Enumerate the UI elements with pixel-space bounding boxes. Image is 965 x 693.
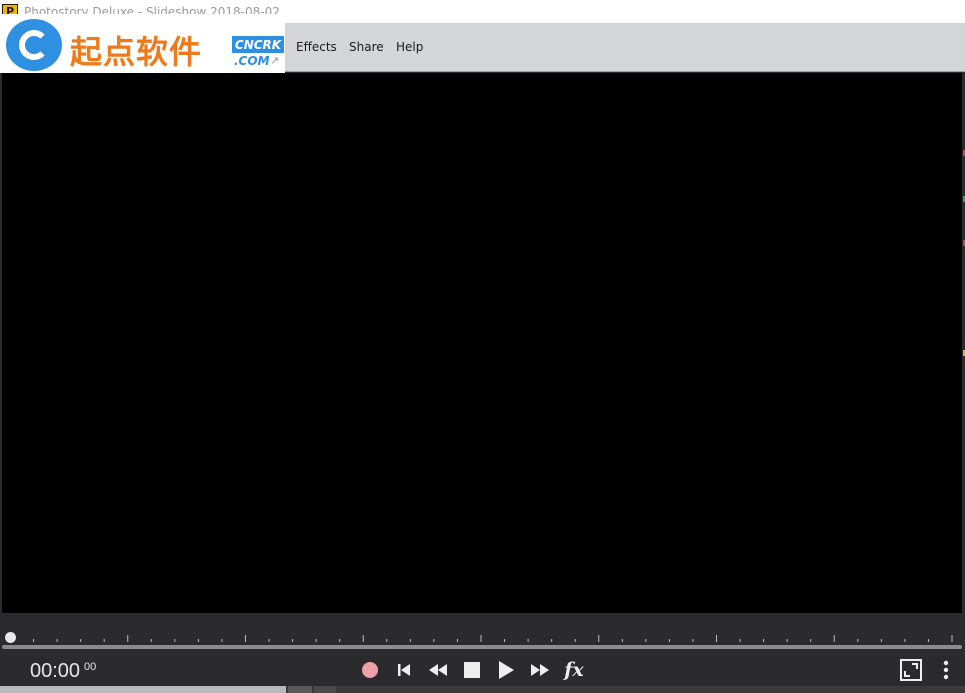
- fx-icon: fx: [564, 659, 584, 681]
- watermark-com: .COM: [234, 54, 270, 68]
- more-options-button[interactable]: [933, 657, 959, 683]
- timecode-frames: 00: [84, 661, 97, 673]
- bottom-tab[interactable]: [314, 686, 336, 693]
- fast-forward-button[interactable]: [527, 657, 553, 683]
- timeline[interactable]: [0, 613, 965, 653]
- fast-forward-icon: [531, 664, 549, 676]
- watermark-badge: CNCRK: [232, 36, 284, 53]
- skip-to-start-icon: [398, 664, 410, 676]
- fx-button[interactable]: fx: [561, 657, 587, 683]
- more-options-icon: [943, 660, 949, 680]
- play-button[interactable]: [493, 657, 519, 683]
- playhead-handle[interactable]: [5, 632, 16, 643]
- bottom-tab[interactable]: [0, 686, 286, 693]
- record-button[interactable]: [357, 657, 383, 683]
- fullscreen-icon: [900, 659, 922, 681]
- skip-to-start-button[interactable]: [391, 657, 417, 683]
- menu-help[interactable]: Help: [394, 38, 425, 56]
- stop-icon: [464, 662, 480, 678]
- timecode-display: 00:00: [30, 660, 81, 682]
- watermark-logo: 起点软件 CNCRK .COM ↗: [0, 14, 285, 73]
- fullscreen-button[interactable]: [898, 657, 924, 683]
- record-icon: [362, 662, 378, 678]
- bottom-tab[interactable]: [288, 686, 312, 693]
- video-preview[interactable]: [2, 73, 962, 613]
- menu-share[interactable]: Share: [347, 38, 386, 56]
- play-icon: [499, 661, 514, 679]
- watermark-arrow-icon: ↗: [270, 54, 280, 67]
- watermark-chinese-text: 起点软件: [70, 33, 203, 71]
- scrubber-track[interactable]: [2, 645, 962, 649]
- watermark-circle-icon: [6, 19, 62, 71]
- stop-button[interactable]: [459, 657, 485, 683]
- timeline-ruler: [9, 635, 953, 642]
- bottom-panel-strip: [0, 686, 965, 693]
- rewind-button[interactable]: [425, 657, 451, 683]
- menu-effects[interactable]: Effects: [294, 38, 339, 56]
- rewind-icon: [429, 664, 447, 676]
